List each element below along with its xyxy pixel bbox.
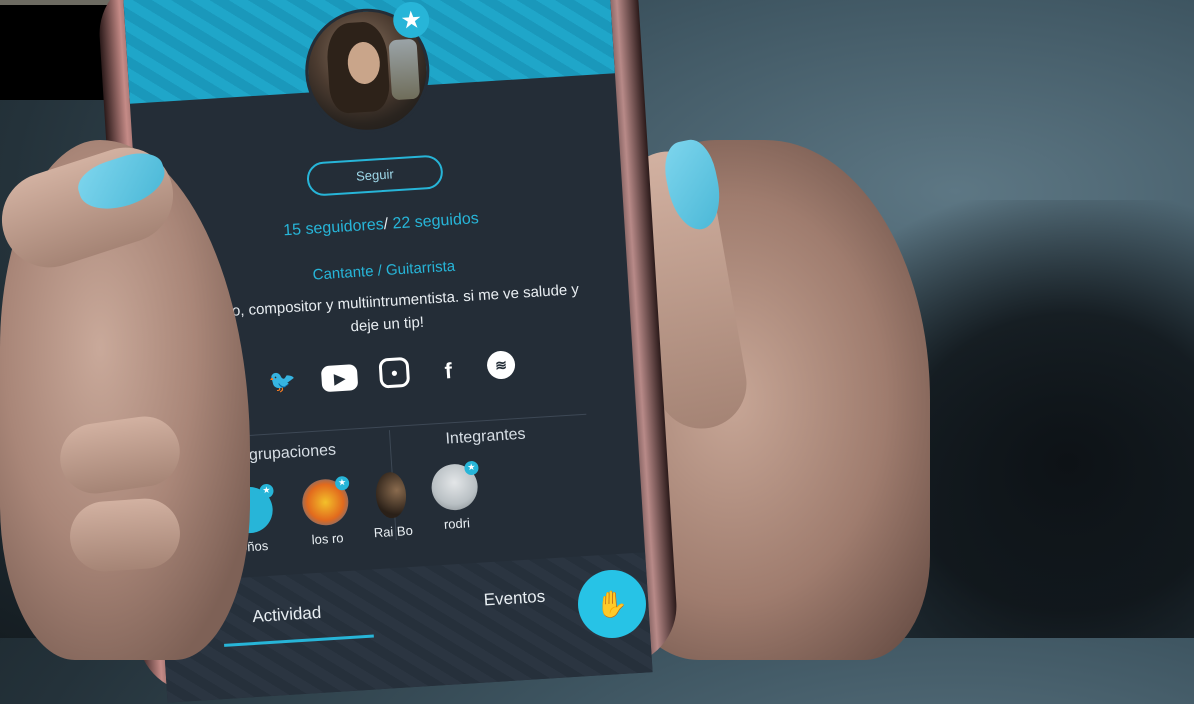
group-item[interactable]: ★ los ro — [294, 475, 358, 548]
tip-hand-icon: ✋ — [595, 589, 629, 619]
stats-separator: / — [383, 215, 389, 234]
instagram-icon[interactable]: ● — [378, 356, 411, 389]
tip-button[interactable]: ✋ — [578, 570, 646, 638]
members-title: Integrantes — [445, 425, 527, 448]
group-avatar: ★ — [300, 475, 350, 527]
spotify-icon[interactable]: ≋ — [486, 350, 516, 380]
followers-count[interactable]: 15 seguidores — [283, 216, 384, 239]
profile-bio: Músico, compositor y multiintrumentista.… — [192, 280, 580, 336]
star-icon: ★ — [464, 460, 479, 476]
groups-title: Agrupaciones — [237, 441, 337, 465]
avatar-background — [388, 38, 421, 101]
member-name: rodri — [443, 515, 471, 532]
twitter-icon[interactable]: 🐦 — [265, 364, 301, 400]
group-name: los ro — [311, 530, 344, 548]
star-icon: ★ — [259, 483, 274, 499]
left-finger — [67, 496, 183, 574]
group-item[interactable]: Rai Bo — [360, 470, 424, 541]
following-count[interactable]: 22 seguidos — [392, 210, 479, 232]
youtube-icon[interactable]: ▶ — [320, 364, 359, 393]
member-avatar: ★ — [430, 460, 480, 512]
group-avatar — [374, 471, 408, 520]
member-item[interactable]: ★ rodri — [423, 460, 487, 533]
facebook-icon[interactable]: f — [430, 353, 466, 389]
follow-button[interactable]: Seguir — [305, 154, 444, 197]
star-icon: ★ — [334, 475, 350, 491]
tab-events[interactable]: Eventos — [483, 587, 546, 611]
group-name: Rai Bo — [373, 522, 414, 541]
